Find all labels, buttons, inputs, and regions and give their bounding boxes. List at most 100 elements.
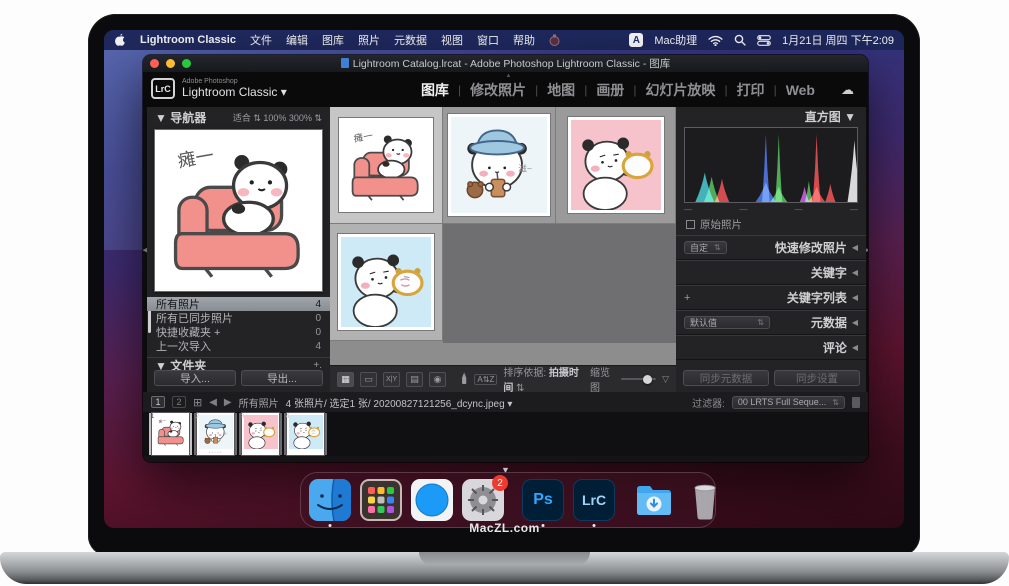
zoom-button[interactable] [182, 59, 191, 68]
catalog-row-quick-collection[interactable]: 快捷收藏夹 +0 [147, 325, 330, 339]
grid-toolbar: ▦ ▭ X|Y ▤ ◉ A⇅Z 排序依据: 拍摄时间 ⇅ 缩览图 ▽ [330, 365, 676, 392]
close-button[interactable] [150, 59, 159, 68]
right-panel-edge[interactable]: ▶ [866, 107, 868, 392]
histogram-header[interactable]: 直方图 ▼ [805, 108, 856, 125]
grid-cell-2[interactable] [443, 107, 556, 224]
people-view-icon[interactable]: ◉ [429, 372, 446, 387]
menu-window[interactable]: 窗口 [477, 32, 499, 48]
back-arrow-icon[interactable]: ◀ [209, 397, 217, 408]
menu-view[interactable]: 视图 [441, 32, 463, 48]
original-photo-row[interactable]: 原始照片 [686, 217, 742, 232]
wifi-icon[interactable] [708, 35, 723, 46]
keyword-add-plus[interactable]: + [684, 292, 690, 304]
metadata-preset-dropdown[interactable]: 默认值⇅ [684, 316, 770, 329]
dock-finder-icon[interactable] [309, 479, 351, 521]
dock-trash-icon[interactable] [684, 479, 726, 521]
dock-settings-icon[interactable]: 2 [462, 479, 504, 521]
filmstrip-source[interactable]: 所有照片 [239, 395, 279, 410]
module-map[interactable]: 地图 [538, 80, 584, 100]
histogram-box[interactable] [684, 127, 858, 203]
monitor-1-button[interactable]: 1 [151, 396, 165, 408]
survey-view-icon[interactable]: ▤ [406, 372, 423, 387]
navigator-photo [159, 134, 318, 287]
export-button[interactable]: 导出... [241, 370, 323, 386]
settings-badge: 2 [492, 475, 508, 491]
catalog-row-all-photos[interactable]: 所有照片4 [147, 297, 330, 311]
apple-logo-icon[interactable] [114, 33, 126, 47]
stage: Lightroom Classic 文件 编辑 图库 照片 元数据 视图 窗口 … [0, 0, 1009, 586]
filmstrip-filter-preset[interactable]: 00 LRTS Full Seque...⇅ [732, 396, 845, 409]
module-develop[interactable]: 修改照片 [461, 80, 535, 100]
quick-develop-preset-dropdown[interactable]: 自定⇅ [684, 241, 727, 254]
compare-view-icon[interactable]: X|Y [383, 372, 400, 387]
painter-spray-icon[interactable] [460, 371, 468, 387]
navigator-header[interactable]: ▼ 导航器 [155, 109, 206, 126]
grid-shortcut-icon[interactable]: ⊞ [193, 396, 202, 409]
section-comments[interactable]: 评论◀ [676, 335, 866, 360]
filmstrip-filter-switch-icon[interactable] [852, 397, 860, 408]
menu-help[interactable]: 帮助 [513, 32, 535, 48]
section-metadata[interactable]: 默认值⇅ 元数据◀ [676, 310, 866, 335]
section-quick-develop[interactable]: 自定⇅ 快速修改照片◀ [676, 235, 866, 260]
menu-edit[interactable]: 编辑 [286, 32, 308, 48]
filmstrip-thumb-4[interactable]: 4 [284, 413, 327, 455]
menu-extra-status-icon[interactable] [549, 34, 560, 47]
import-button[interactable]: 导入... [154, 370, 236, 386]
nav-zoom-300[interactable]: 300% [289, 113, 312, 123]
grid-view-icon[interactable]: ▦ [337, 372, 354, 387]
dock-safari-icon[interactable] [411, 479, 453, 521]
sync-metadata-button[interactable]: 同步元数据 [683, 370, 769, 386]
dock-downloads-icon[interactable] [633, 479, 675, 521]
filmstrip-status-text[interactable]: 4 张照片/ 选定1 张/ 20200827121256_dcync.jpeg … [286, 395, 513, 410]
grid-cell-1[interactable] [330, 107, 443, 224]
dock: 2 Ps LrC [300, 472, 716, 528]
nav-zoom-fit[interactable]: 适合 [233, 113, 251, 123]
catalog-row-synced[interactable]: 所有已同步照片0 [147, 311, 330, 325]
control-center-icon[interactable] [757, 35, 771, 46]
module-library[interactable]: 图库 [412, 80, 458, 100]
sync-settings-button[interactable]: 同步设置 [774, 370, 860, 386]
sort-direction-icon[interactable]: A⇅Z [474, 374, 497, 385]
menu-file[interactable]: 文件 [250, 32, 272, 48]
search-icon[interactable] [734, 34, 746, 46]
menu-photo[interactable]: 照片 [358, 32, 380, 48]
minimize-button[interactable] [166, 59, 175, 68]
catalog-row-previous-import[interactable]: 上一次导入4 [147, 339, 330, 353]
assistant-status[interactable]: Mac助理 [654, 32, 697, 48]
grid-cell-3[interactable] [556, 107, 676, 224]
filmstrip-thumb-1[interactable]: 1 [149, 413, 192, 455]
window-titlebar[interactable]: Lightroom Catalog.lrcat - Adobe Photosho… [143, 55, 868, 72]
filmstrip-thumb-3[interactable]: 3 [239, 413, 282, 455]
menu-bar: Lightroom Classic 文件 编辑 图库 照片 元数据 视图 窗口 … [104, 30, 904, 50]
original-photo-checkbox[interactable] [686, 220, 695, 229]
module-slideshow[interactable]: 幻灯片放映 [636, 80, 724, 100]
grid-cell-4[interactable] [330, 224, 443, 341]
filmstrip-thumb-2[interactable]: 2 ••••• [194, 413, 237, 455]
module-web[interactable]: Web [777, 82, 824, 98]
monitor-2-button[interactable]: 2 [172, 396, 186, 408]
left-panel: ▼ 导航器 适合 ⇅ 100% 300% ⇅ 所有照片4 [147, 107, 330, 392]
module-book[interactable]: 画册 [587, 80, 633, 100]
module-print[interactable]: 打印 [728, 80, 774, 100]
dock-lightroom-icon[interactable]: LrC [573, 479, 615, 521]
loupe-view-icon[interactable]: ▭ [360, 372, 377, 387]
clock[interactable]: 1月21日 周四 下午2:09 [782, 32, 894, 48]
section-keywording[interactable]: 关键字◀ [676, 260, 866, 285]
menu-library[interactable]: 图库 [322, 32, 344, 48]
nav-zoom-100[interactable]: 100% [263, 113, 286, 123]
toolbar-options-chevron[interactable]: ▽ [662, 374, 669, 385]
section-keyword-list[interactable]: + 关键字列表◀ [676, 285, 866, 310]
module-picker: 图库| 修改照片| 地图| 画册| 幻灯片放映| 打印| Web [412, 72, 824, 107]
brand-line2[interactable]: Lightroom Classic ▾ [182, 86, 287, 99]
menu-app-name[interactable]: Lightroom Classic [140, 34, 236, 46]
dock-photoshop-icon[interactable]: Ps [522, 479, 564, 521]
filmstrip-statusbar: 1 2 ⊞ ◀ ▶ 所有照片 4 张照片/ 选定1 张/ 20200827121… [143, 392, 868, 412]
menu-metadata[interactable]: 元数据 [394, 32, 427, 48]
navigator-preview[interactable] [154, 129, 323, 292]
forward-arrow-icon[interactable]: ▶ [224, 397, 232, 408]
lightroom-window: Lightroom Catalog.lrcat - Adobe Photosho… [143, 55, 868, 462]
sync-cloud-icon[interactable]: ☁ [841, 82, 854, 98]
thumb-size-slider[interactable] [621, 378, 656, 380]
input-source-icon[interactable]: A [629, 33, 643, 47]
dock-launchpad-icon[interactable] [360, 479, 402, 521]
